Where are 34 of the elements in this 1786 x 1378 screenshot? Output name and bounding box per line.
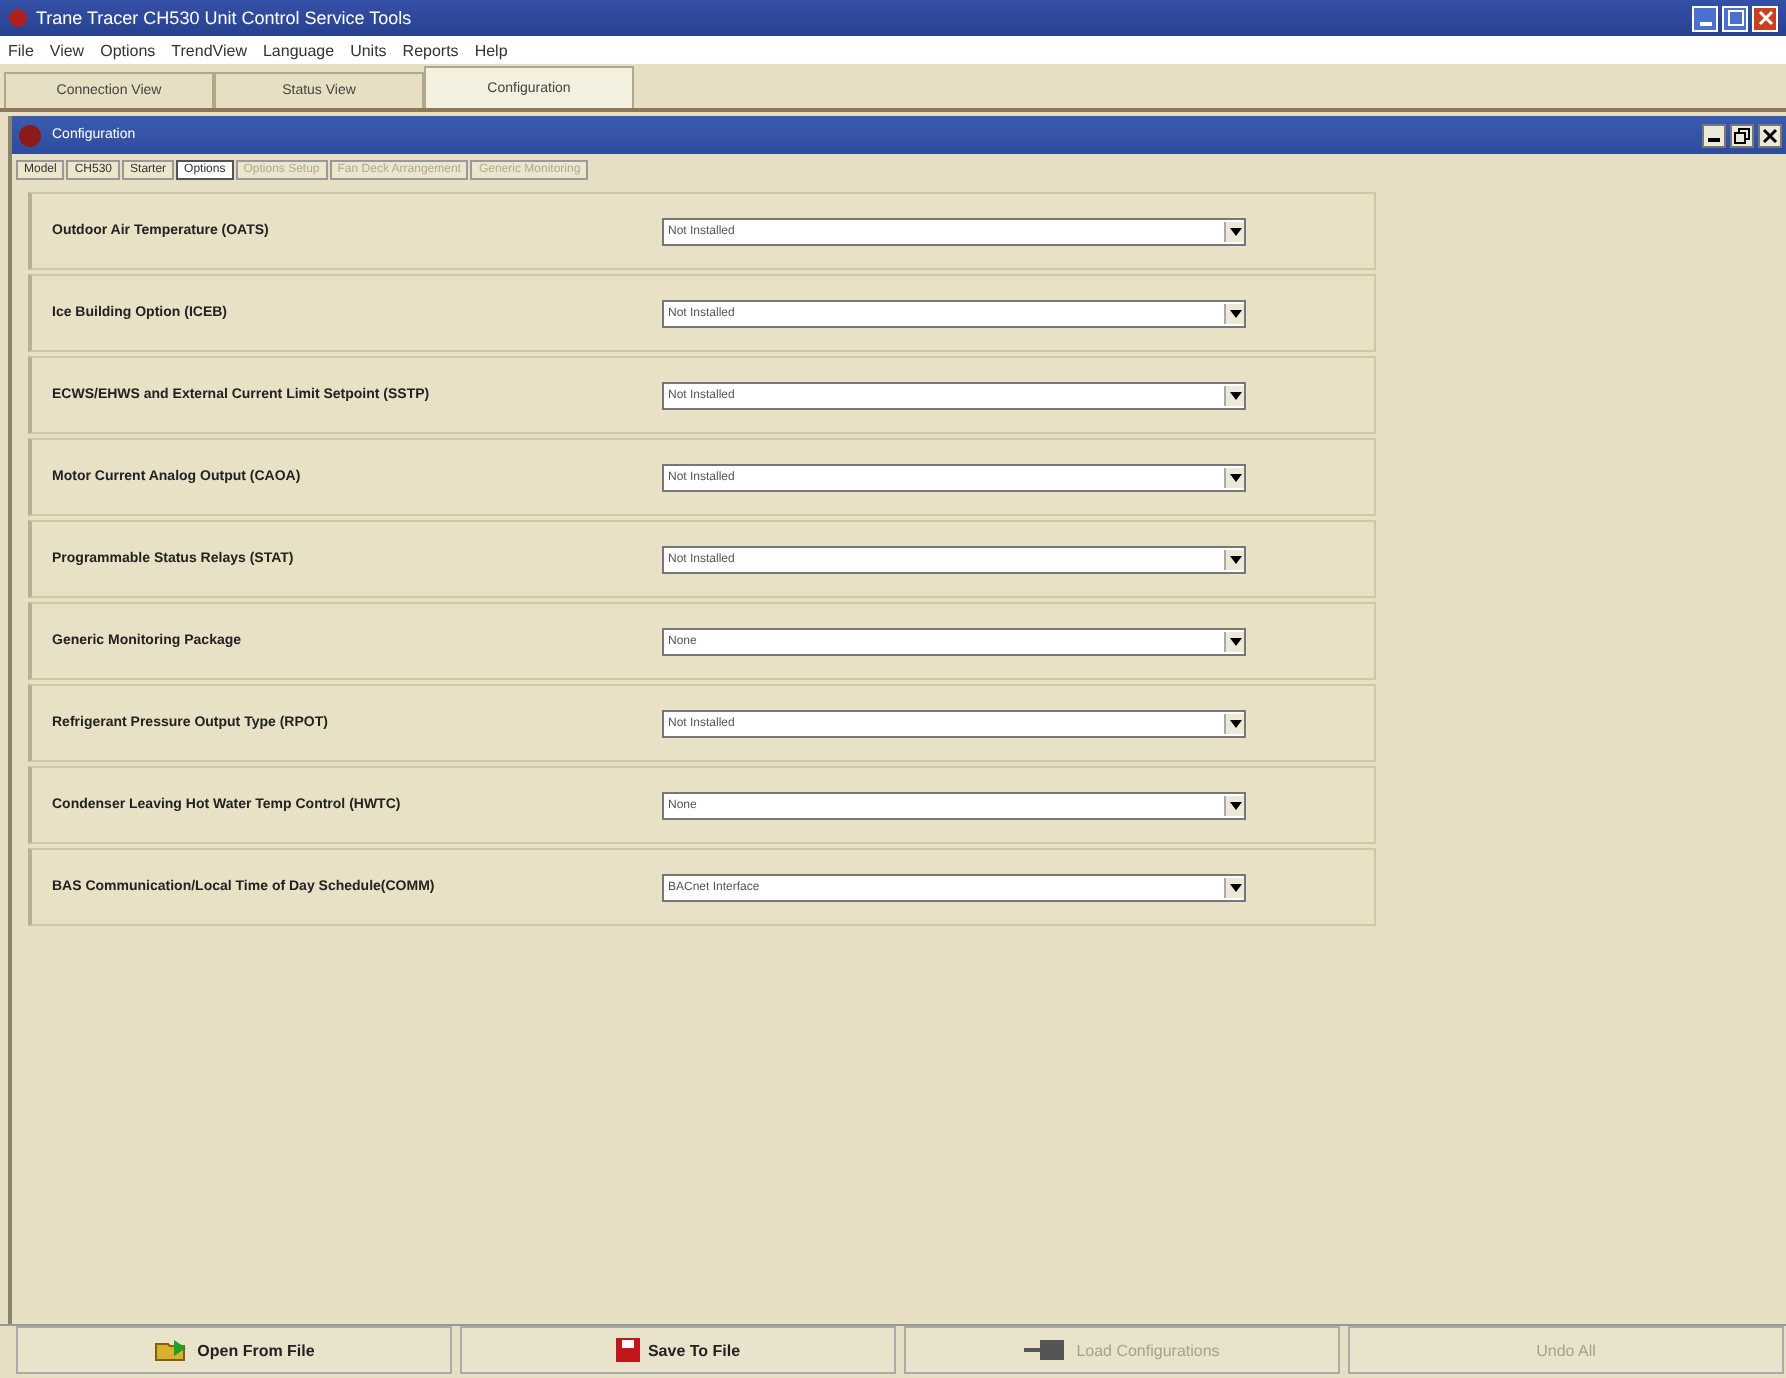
- plug-icon: [1024, 1338, 1069, 1362]
- restore-button[interactable]: [1730, 123, 1754, 147]
- menu-item[interactable]: View: [49, 41, 85, 59]
- caret-icon: [1229, 719, 1241, 727]
- caret-icon: [1229, 555, 1241, 563]
- action-button[interactable]: Save To File: [460, 1326, 896, 1374]
- close-button[interactable]: [1758, 123, 1782, 147]
- app-icon: [8, 8, 28, 28]
- folder-icon: [153, 1338, 190, 1362]
- caret-icon: [1229, 801, 1241, 809]
- maximize-button[interactable]: [1722, 5, 1748, 31]
- caret-icon: [1229, 637, 1241, 645]
- action-button[interactable]: Open From File: [16, 1326, 452, 1374]
- caret-icon: [1229, 883, 1241, 891]
- menu-item[interactable]: File: [8, 41, 34, 59]
- menu-item[interactable]: Language: [262, 41, 335, 59]
- maximize-icon: [1727, 10, 1743, 26]
- window-title: Trane Tracer CH530 Unit Control Service Tools: [36, 8, 412, 28]
- menu-item[interactable]: Options: [100, 41, 156, 59]
- minimize-icon: [1708, 138, 1720, 142]
- minimize-icon: [1699, 21, 1711, 25]
- close-icon: [1762, 127, 1778, 143]
- menu-item[interactable]: Units: [350, 41, 387, 59]
- caret-icon: [1229, 309, 1241, 317]
- menu-item[interactable]: TrendView: [171, 41, 247, 59]
- minimize-button[interactable]: [1702, 123, 1726, 147]
- restore-icon: [1734, 127, 1750, 143]
- close-icon: [1757, 10, 1773, 26]
- menu-item[interactable]: Reports: [402, 41, 459, 59]
- menu-item[interactable]: Help: [474, 41, 508, 59]
- app-icon: [16, 123, 44, 147]
- caret-icon: [1229, 473, 1241, 481]
- caret-icon: [1229, 227, 1241, 235]
- caret-icon: [1229, 391, 1241, 399]
